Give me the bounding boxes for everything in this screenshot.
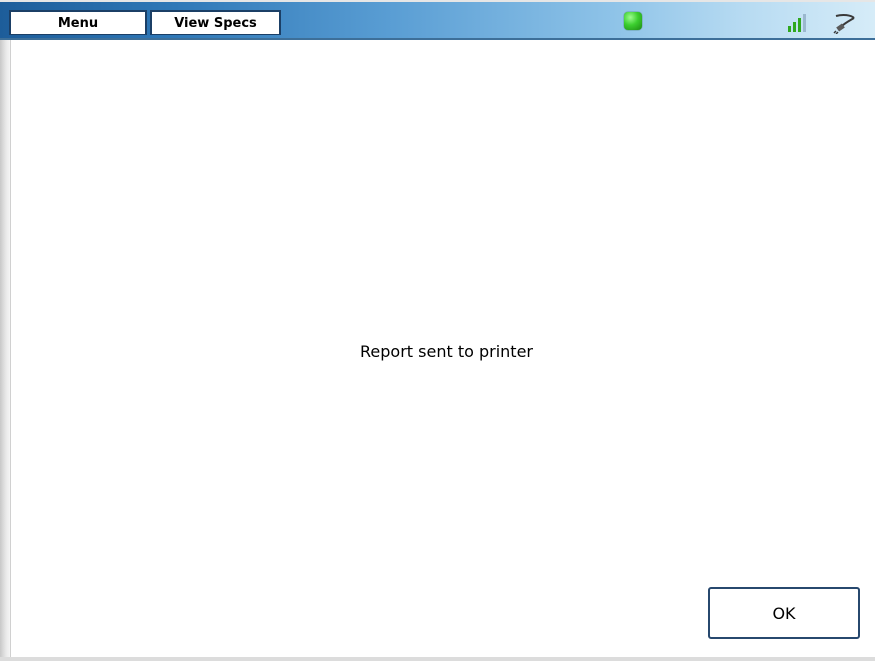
signal-strength-icon <box>788 14 806 32</box>
plug-cable-icon <box>833 13 855 34</box>
bottom-edge-frame <box>0 657 875 661</box>
view-specs-button[interactable]: View Specs <box>150 10 281 35</box>
message-container: Report sent to printer <box>0 342 875 361</box>
screen: Menu View Specs Report sent to printer O… <box>0 0 875 661</box>
menu-button[interactable]: Menu <box>9 10 147 35</box>
ok-button[interactable]: OK <box>708 587 860 639</box>
top-bar: Menu View Specs <box>0 0 875 40</box>
status-message: Report sent to printer <box>360 342 533 361</box>
status-led-icon <box>624 12 642 30</box>
